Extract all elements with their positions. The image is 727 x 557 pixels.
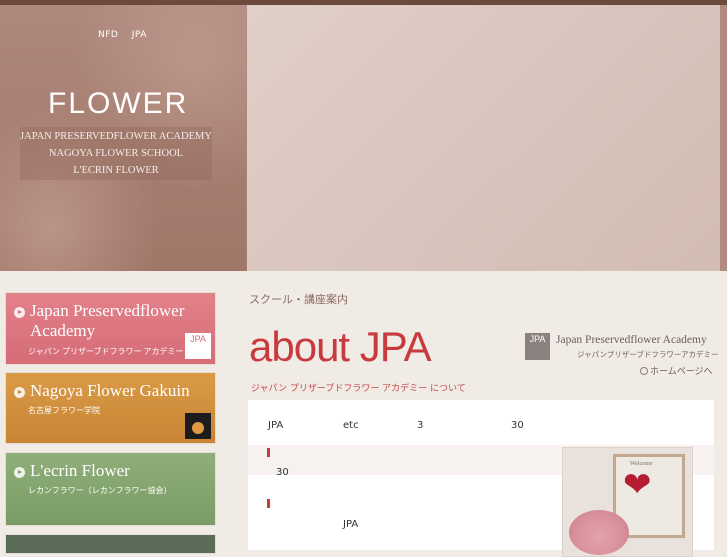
bouquet-image <box>569 510 629 555</box>
body-text: etc <box>343 420 359 431</box>
academy-kana: ジャパンプリザーブドフラワーアカデミー <box>577 350 719 359</box>
school-name-nagoya: NAGOYA FLOWER SCHOOL <box>48 148 184 159</box>
bullet-marker <box>267 499 270 508</box>
main-content: スクール・講座案内 about JPA ジャパン プリザーブドフラワー アカデミ… <box>222 271 727 557</box>
flower-photo: Welcome ❤ <box>562 447 693 557</box>
breadcrumb: スクール・講座案内 <box>249 293 348 306</box>
sidebar: Japan Preservedflower Academy ジャパン プリザーブ… <box>0 271 222 554</box>
heart-icon: ❤ <box>623 465 652 505</box>
body-text: JPA <box>343 519 359 530</box>
banner-subtitle: レカンフラワー（レカンフラワー協会） <box>28 486 172 495</box>
banner-subtitle: ジャパン プリザーブドフラワー アカデミー <box>28 347 184 356</box>
academy-name: Japan Preservedflower Academy <box>556 334 707 346</box>
page-subtitle: ジャパン プリザーブドフラワー アカデミー について <box>251 384 466 394</box>
homepage-link-label: ホームページへ <box>650 367 713 377</box>
header-nav: NFD JPA <box>98 30 157 40</box>
banner-title-line: Japan Preservedflower <box>30 301 185 320</box>
jpa-mark-text: JPA <box>190 334 206 344</box>
banner-next[interactable] <box>5 534 216 554</box>
play-icon <box>14 387 25 398</box>
page-title: about JPA <box>249 323 432 370</box>
bullet-marker <box>267 448 270 457</box>
school-list: JAPAN PRESERVEDFLOWER ACADEMY NAGOYA FLO… <box>20 127 212 180</box>
site-logo[interactable]: FLOWER <box>48 87 188 121</box>
banner-title-line: Academy <box>30 321 96 340</box>
body-text: 3 <box>417 420 424 431</box>
banner-jpa[interactable]: Japan Preservedflower Academy ジャパン プリザーブ… <box>5 292 216 365</box>
arrow-circle-icon <box>640 367 648 375</box>
body-text: JPA <box>268 420 284 431</box>
banner-lecrin-flower[interactable]: L'ecrin Flower レカンフラワー（レカンフラワー協会） <box>5 452 216 526</box>
header-brand-panel: NFD JPA FLOWER JAPAN PRESERVEDFLOWER ACA… <box>0 5 246 271</box>
body-text: 30 <box>511 420 524 431</box>
homepage-link[interactable]: ホームページへ <box>640 364 713 377</box>
banner-title: Nagoya Flower Gakuin <box>30 381 190 400</box>
body-text: 30 <box>276 467 289 478</box>
play-icon <box>14 467 25 478</box>
banner-nagoya-flower-gakuin[interactable]: Nagoya Flower Gakuin 名古屋フラワー学院 <box>5 372 216 444</box>
nav-link-nfd[interactable]: NFD <box>98 30 118 40</box>
about-panel: JPA etc 3 30 30 JPA Welcome ❤ <box>248 400 714 557</box>
jpa-logo-icon: JPA <box>525 333 550 360</box>
header-photo <box>247 5 720 271</box>
banner-title: L'ecrin Flower <box>30 461 130 480</box>
banner-title: Japan Preservedflower Academy <box>30 301 184 341</box>
academy-logo: JPA Japan Preservedflower Academy ジャパンプリ… <box>525 333 720 361</box>
header: NFD JPA FLOWER JAPAN PRESERVEDFLOWER ACA… <box>0 5 727 271</box>
jpa-logo-icon: JPA <box>185 333 211 359</box>
nav-link-jpa[interactable]: JPA <box>132 30 147 40</box>
play-icon <box>14 307 25 318</box>
school-name-lecrin: L'ECRIN FLOWER <box>73 165 159 176</box>
banner-subtitle: 名古屋フラワー学院 <box>28 406 100 415</box>
school-name-jpa: JAPAN PRESERVEDFLOWER ACADEMY <box>20 131 212 142</box>
header-edge <box>720 5 727 271</box>
nagoya-logo-icon <box>185 413 211 439</box>
